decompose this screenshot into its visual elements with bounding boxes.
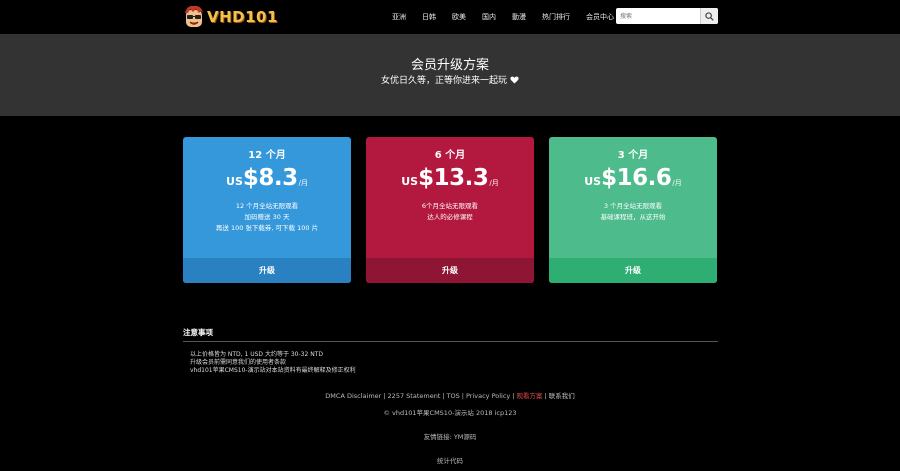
notes-list: 以上价格皆为 NTD, 1 USD 大约等于 30-32 NTD 升级会员前需同… — [190, 351, 356, 375]
footer-separator: | — [442, 392, 445, 400]
nav-item-domestic[interactable]: 国内 — [482, 12, 496, 22]
plan-desc-line: 3 个月全站无限观看 — [603, 202, 663, 210]
footer-separator: | — [512, 392, 515, 400]
plan-card-3-months: 3 个月 US $16.6 /月 3 个月全站无限观看 基础课程班，从这开始 升… — [549, 137, 717, 283]
search-box — [616, 8, 718, 24]
plan-amount: $13.3 — [418, 165, 489, 191]
notes-item: 以上价格皆为 NTD, 1 USD 大约等于 30-32 NTD — [190, 351, 323, 358]
footer-link-privacy[interactable]: Privacy Policy — [466, 392, 510, 400]
plan-description: 3 个月全站无限观看 基础课程班，从这开始 — [549, 201, 717, 223]
plan-price: US $16.6 /月 — [549, 165, 717, 191]
plan-per: /月 — [672, 179, 682, 187]
footer-link-2257[interactable]: 2257 Statement — [388, 392, 441, 400]
logo-face-icon — [185, 5, 203, 27]
copyright: © vhd101苹果CMS10-演示站 2018 icp123 — [383, 409, 517, 417]
plan-period: 3 个月 — [617, 150, 649, 161]
plan-desc-line: 加码赠送 30 天 — [244, 213, 290, 221]
plan-amount: $8.3 — [242, 165, 298, 191]
plan-currency: US — [401, 175, 419, 188]
nav-item-japan-korea[interactable]: 日韩 — [422, 12, 436, 22]
footer-link-tos[interactable]: TOS — [447, 392, 460, 400]
heart-icon — [510, 76, 519, 84]
notes-divider — [183, 341, 718, 342]
plan-period: 12 个月 — [248, 150, 286, 161]
plan-period: 6 个月 — [434, 150, 466, 161]
plan-description: 12 个月全站无限观看 加码赠送 30 天 再送 100 张下载券, 可下载 1… — [183, 201, 351, 234]
notes-item: 升级会员前需同意我们的使用者条款 — [190, 359, 287, 366]
hero-subtitle-text: 女优日久等，正等你进来一起玩 — [381, 76, 508, 86]
footer-separator: | — [544, 392, 547, 400]
nav-item-western[interactable]: 欧美 — [452, 12, 466, 22]
search-input[interactable] — [616, 8, 700, 24]
plan-per: /月 — [489, 179, 499, 187]
notes-item: vhd101苹果CMS10-演示站对本站资料有最终解释及修正权利 — [190, 367, 356, 374]
hero-title: 会员升级方案 — [410, 58, 489, 73]
plan-amount: $16.6 — [601, 165, 672, 191]
plan-currency: US — [226, 175, 243, 188]
notes-title: 注意事项 — [183, 328, 213, 337]
plan-per: /月 — [298, 179, 308, 187]
footer-link-plans[interactable]: 观看方案 — [517, 392, 543, 400]
nav-item-anime[interactable]: 動漫 — [512, 12, 526, 22]
friend-links[interactable]: 友情链接: YM源码 — [0, 431, 900, 441]
search-icon — [705, 11, 714, 21]
plan-desc-line: 6个月全站无限观看 — [421, 202, 479, 210]
hero-banner: 会员升级方案 女优日久等，正等你进来一起玩 — [0, 34, 900, 116]
hero-subtitle: 女优日久等，正等你进来一起玩 — [0, 73, 900, 86]
nav-item-ranking[interactable]: 热门排行 — [542, 12, 570, 22]
plan-desc-line: 达人的必修课程 — [427, 213, 473, 221]
logo-text: VHD101 — [207, 8, 278, 26]
nav-item-asia[interactable]: 亚洲 — [392, 12, 406, 22]
plan-price: US $13.3 /月 — [366, 165, 534, 191]
site-logo[interactable]: VHD101 — [183, 3, 278, 31]
footer-separator: | — [383, 392, 386, 400]
footer-links: DMCA Disclaimer | 2257 Statement | TOS | Priva… — [0, 390, 900, 400]
footer-link-dmca[interactable]: DMCA Disclaimer — [325, 392, 381, 400]
plan-card-6-months: 6 个月 US $13.3 /月 6个月全站无限观看 达人的必修课程 升级 — [366, 137, 534, 283]
stats-code: 统计代码 — [437, 457, 463, 465]
upgrade-button-3-months[interactable]: 升级 — [549, 258, 717, 283]
plan-currency: US — [584, 175, 602, 188]
search-button[interactable] — [700, 8, 718, 24]
plan-desc-line: 12 个月全站无限观看 — [235, 202, 299, 210]
main-nav: 亚洲 日韩 欧美 国内 動漫 热门排行 会员中心 — [392, 0, 630, 34]
nav-item-member-center[interactable]: 会员中心 — [586, 12, 614, 22]
plan-desc-line: 再送 100 张下载券, 可下载 100 片 — [215, 224, 319, 232]
plan-card-12-months: 12 个月 US $8.3 /月 12 个月全站无限观看 加码赠送 30 天 再… — [183, 137, 351, 283]
upgrade-button-6-months[interactable]: 升级 — [366, 258, 534, 283]
footer-link-contact[interactable]: 联系我们 — [549, 392, 575, 400]
footer-separator: | — [461, 392, 464, 400]
upgrade-button-12-months[interactable]: 升级 — [183, 258, 351, 283]
navbar: VHD101 亚洲 日韩 欧美 国内 動漫 热门排行 会员中心 — [0, 0, 900, 34]
plan-desc-line: 基础课程班，从这开始 — [600, 213, 666, 221]
plan-price: US $8.3 /月 — [183, 165, 351, 191]
plan-description: 6个月全站无限观看 达人的必修课程 — [366, 201, 534, 223]
